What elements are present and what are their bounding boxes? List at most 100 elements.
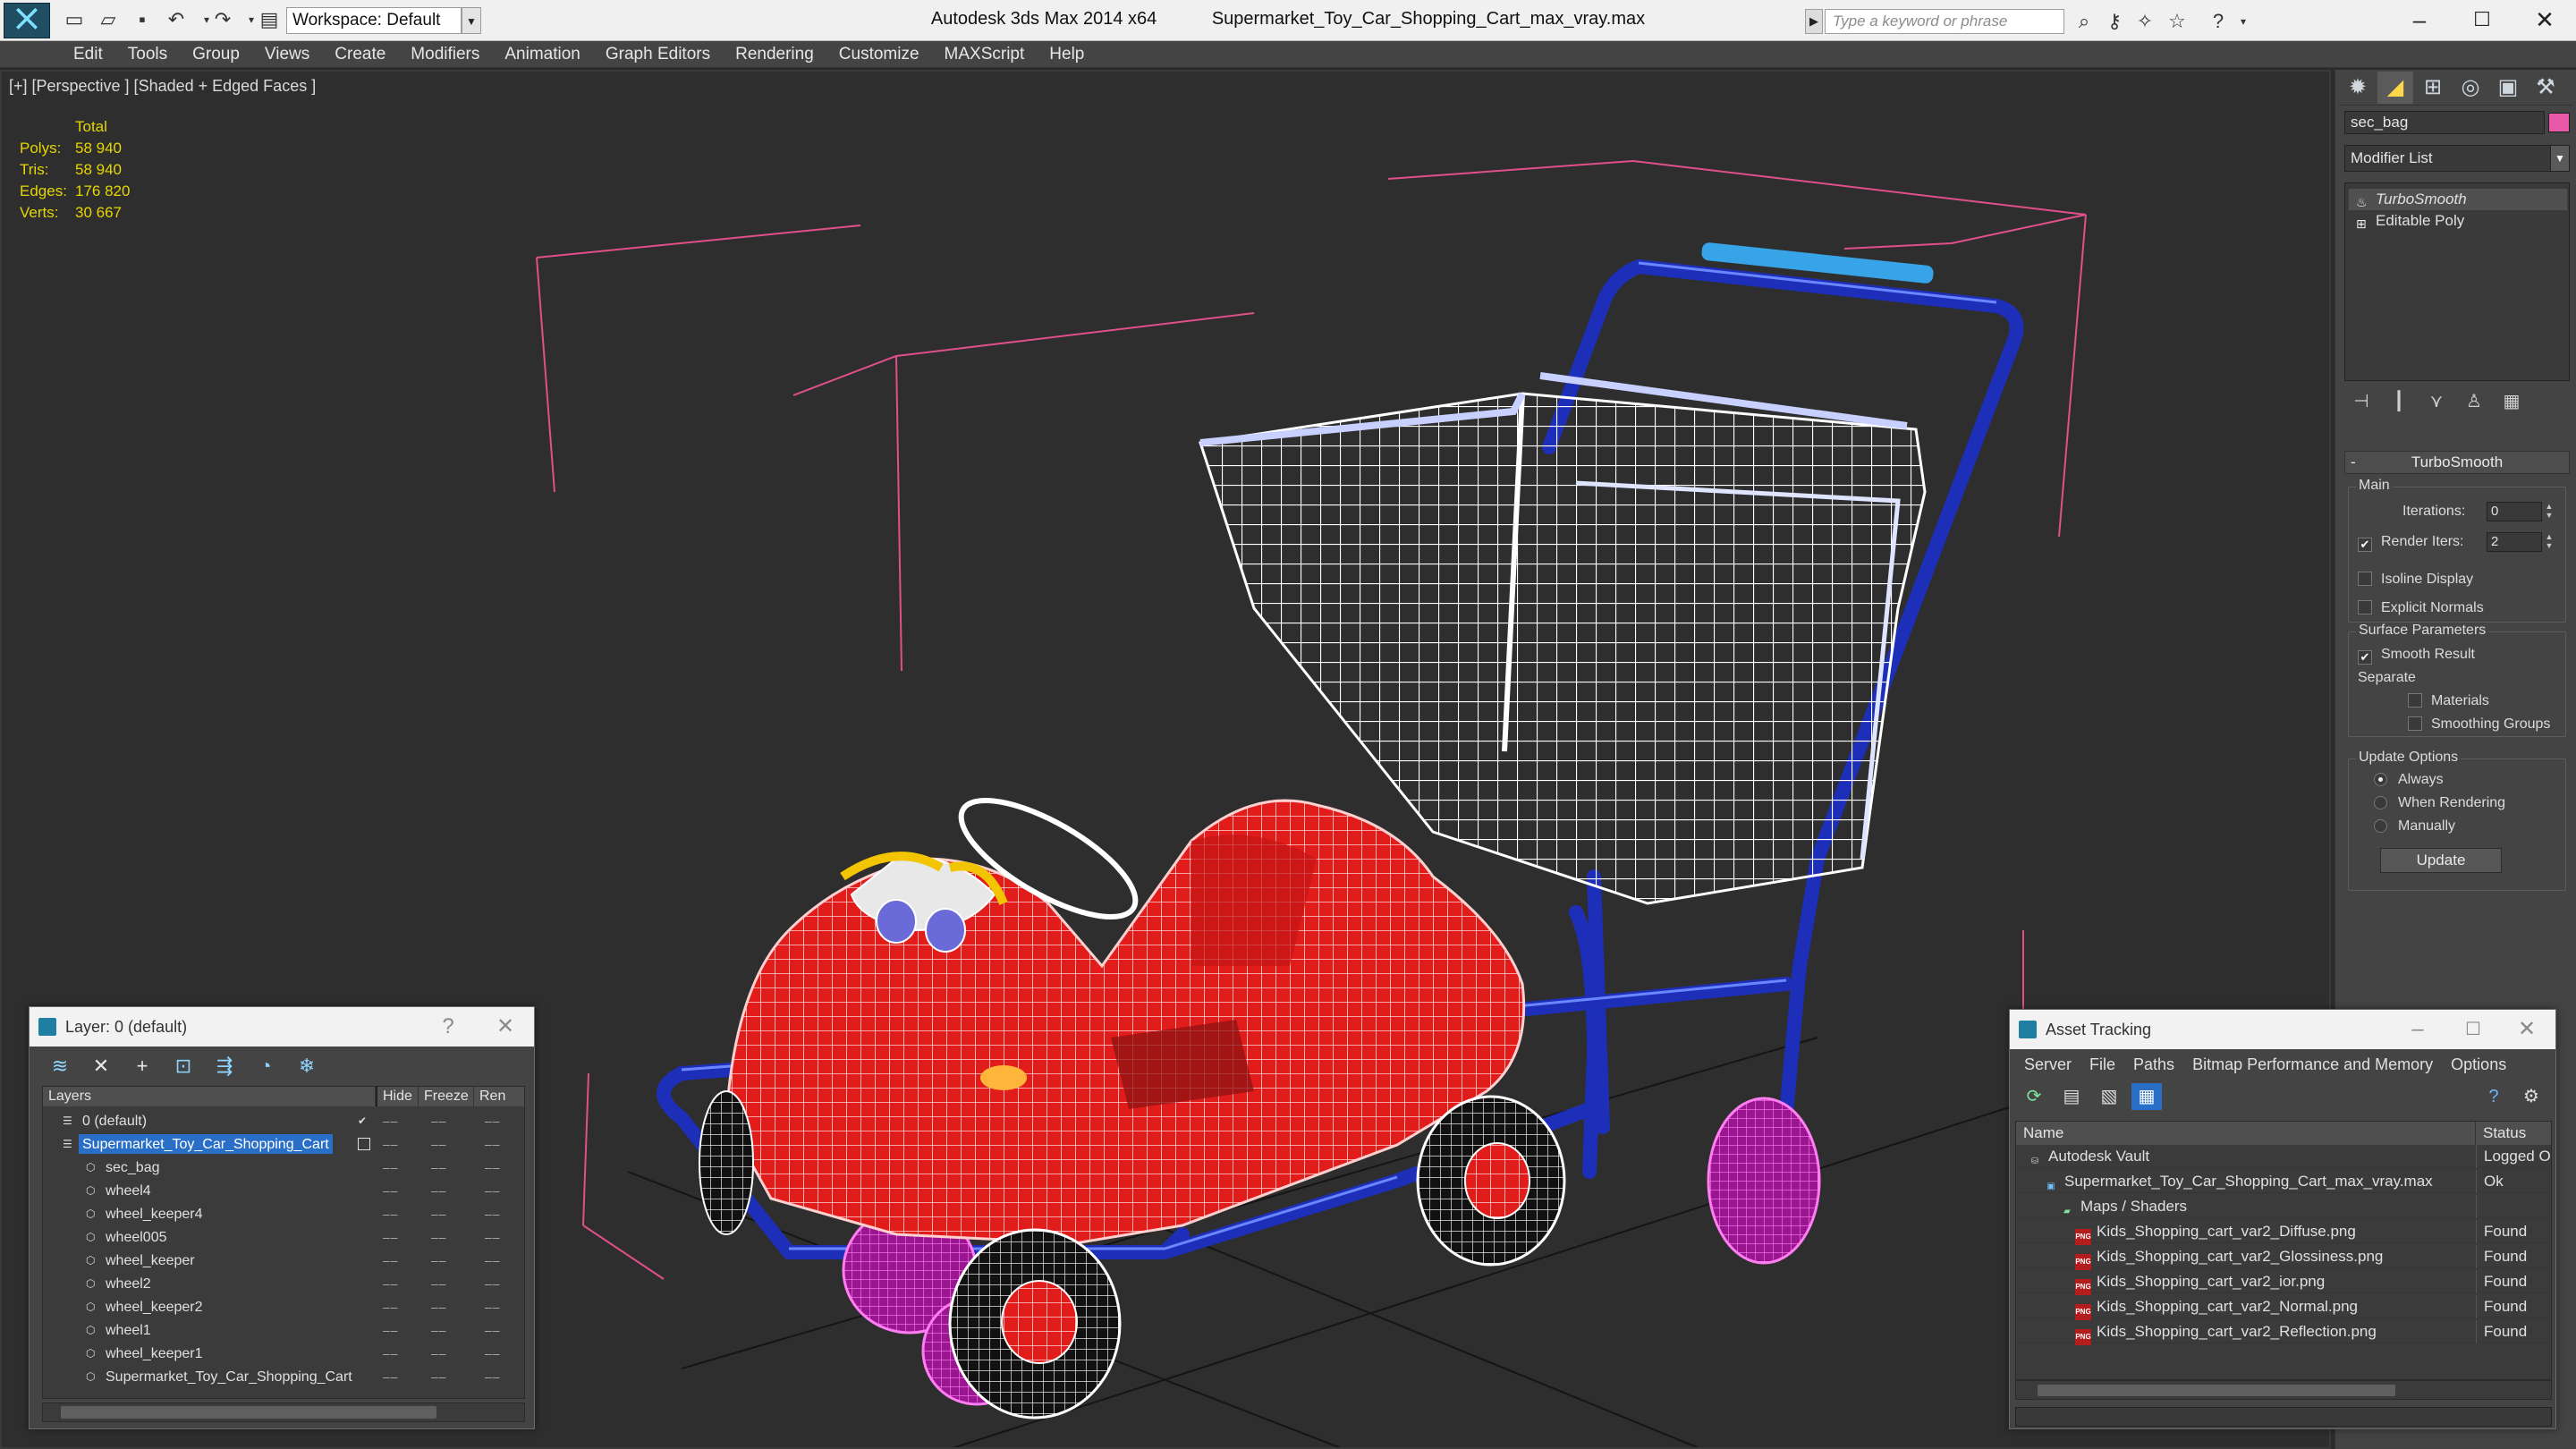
app-logo-icon[interactable]: ⨉ <box>4 3 50 38</box>
search-input[interactable]: Type a keyword or phrase <box>1825 9 2064 34</box>
minimize-icon[interactable]: – <box>2392 0 2447 41</box>
pin-stack-icon[interactable]: ⊣ <box>2344 388 2378 415</box>
layer-flag-toggle[interactable]: –– <box>383 1319 399 1341</box>
make-unique-icon[interactable]: ⋎ <box>2419 388 2453 415</box>
new-file-icon[interactable]: ▭ <box>63 8 86 31</box>
column-header[interactable]: Status <box>2476 1122 2551 1145</box>
active-layer-check-icon[interactable]: ✔ <box>358 1114 370 1127</box>
menu-help[interactable]: Help <box>1037 41 1097 68</box>
layer-flag-toggle[interactable]: –– <box>431 1319 447 1341</box>
menu-bitmap-performance[interactable]: Bitmap Performance and Memory <box>2183 1051 2442 1078</box>
render-iters-spinner[interactable]: 2 <box>2487 532 2542 552</box>
layer-flag-toggle[interactable]: –– <box>431 1250 447 1271</box>
iterations-spinner[interactable]: 0 <box>2487 502 2542 521</box>
viewport-label[interactable]: [+] [Perspective ] [Shaded + Edged Faces… <box>9 77 316 96</box>
redo-icon[interactable]: ↷ <box>211 8 234 31</box>
menu-file[interactable]: File <box>2080 1051 2124 1078</box>
stack-item-turbosmooth[interactable]: ♨ TurboSmooth <box>2349 189 2567 210</box>
help-dropdown-icon[interactable]: ▾ <box>2231 9 2256 34</box>
subscription-icon[interactable]: ✧ <box>2132 9 2157 34</box>
layer-flag-toggle[interactable]: –– <box>383 1203 399 1224</box>
table-view-icon[interactable]: ▦ <box>2131 1083 2162 1110</box>
create-tab-icon[interactable]: ✹ <box>2340 72 2376 104</box>
menu-rendering[interactable]: Rendering <box>723 41 826 68</box>
manually-radio-row[interactable]: Manually <box>2374 818 2455 835</box>
hierarchy-tab-icon[interactable]: ⊞ <box>2415 72 2451 104</box>
menu-maxscript[interactable]: MAXScript <box>932 41 1038 68</box>
menu-edit[interactable]: Edit <box>61 41 115 68</box>
layer-flag-toggle[interactable]: –– <box>485 1226 501 1248</box>
when-rendering-radio-row[interactable]: When Rendering <box>2374 795 2505 811</box>
column-header[interactable]: Ren <box>474 1087 524 1106</box>
smoothing-groups-row[interactable]: Smoothing Groups <box>2408 716 2550 733</box>
hide-all-layers-icon[interactable]: ◔ <box>248 1052 284 1080</box>
object-color-swatch[interactable] <box>2548 113 2570 132</box>
layer-flag-toggle[interactable]: –– <box>431 1273 447 1294</box>
help-icon[interactable]: ? <box>430 1007 466 1046</box>
menu-graph-editors[interactable]: Graph Editors <box>593 41 723 68</box>
layer-flag-toggle[interactable]: –– <box>431 1110 447 1131</box>
layer-row[interactable]: ⬡ wheel_keeper2 –– –– –– <box>43 1296 524 1318</box>
chevron-down-icon[interactable]: ▼ <box>2550 145 2570 172</box>
layer-flag-toggle[interactable]: –– <box>383 1157 399 1178</box>
layer-flag-toggle[interactable]: –– <box>431 1296 447 1318</box>
key-icon[interactable]: ⚷ <box>2102 9 2127 34</box>
layer-flag-toggle[interactable]: –– <box>431 1343 447 1364</box>
menu-views[interactable]: Views <box>252 41 322 68</box>
isoline-display-row[interactable]: Isoline Display <box>2358 572 2473 588</box>
menu-animation[interactable]: Animation <box>492 41 593 68</box>
list-view-icon[interactable]: ▤ <box>2056 1083 2087 1110</box>
help-icon[interactable]: ? <box>2206 9 2231 34</box>
asset-row[interactable]: PNG Kids_Shopping_cart_var2_Glossiness.pn… <box>2016 1245 2551 1270</box>
scrollbar-thumb[interactable] <box>61 1406 436 1419</box>
layer-flag-toggle[interactable]: –– <box>485 1343 501 1364</box>
layer-row[interactable]: ⬡ sec_bag –– –– –– <box>43 1157 524 1178</box>
layer-flag-toggle[interactable]: –– <box>485 1133 501 1155</box>
layer-flag-toggle[interactable]: –– <box>485 1180 501 1201</box>
layer-flag-toggle[interactable]: –– <box>431 1157 447 1178</box>
layer-flag-toggle[interactable]: –– <box>431 1226 447 1248</box>
layer-flag-toggle[interactable]: –– <box>485 1273 501 1294</box>
layer-flag-toggle[interactable]: –– <box>485 1366 501 1387</box>
show-end-result-icon[interactable]: ┃ <box>2382 388 2416 415</box>
turbosmooth-rollout-header[interactable]: - TurboSmooth <box>2344 451 2570 474</box>
radio-selected-icon[interactable] <box>2374 773 2387 786</box>
undo-icon[interactable]: ↶ <box>165 8 188 31</box>
layer-flag-toggle[interactable]: –– <box>383 1343 399 1364</box>
highlight-layer-icon[interactable]: ⇶ <box>207 1052 242 1080</box>
layer-row[interactable]: ☰ Supermarket_Toy_Car_Shopping_Cart –– –– –– <box>43 1133 524 1155</box>
layer-row[interactable]: ⬡ wheel_keeper4 –– –– –– <box>43 1203 524 1224</box>
settings-icon[interactable]: ⚙ <box>2516 1083 2546 1110</box>
modify-tab-icon[interactable]: ◢ <box>2377 72 2413 104</box>
layer-flag-toggle[interactable]: –– <box>485 1203 501 1224</box>
make-current-icon[interactable] <box>358 1138 370 1150</box>
layer-row[interactable]: ⬡ wheel4 –– –– –– <box>43 1180 524 1201</box>
scrollbar-thumb[interactable] <box>2038 1385 2395 1396</box>
layer-flag-toggle[interactable]: –– <box>485 1296 501 1318</box>
column-header[interactable]: Hide <box>376 1087 419 1106</box>
checkbox-icon[interactable] <box>2358 572 2372 586</box>
open-file-icon[interactable]: ▱ <box>97 8 120 31</box>
menu-server[interactable]: Server <box>2015 1051 2080 1078</box>
layer-flag-toggle[interactable]: –– <box>383 1273 399 1294</box>
layer-flag-toggle[interactable]: –– <box>431 1203 447 1224</box>
workspace-selector[interactable]: Workspace: Default <box>286 7 462 34</box>
spinner-arrows-icon[interactable]: ▲ ▼ <box>2544 502 2555 521</box>
layer-flag-toggle[interactable]: –– <box>383 1110 399 1131</box>
column-header[interactable]: Freeze <box>419 1087 474 1106</box>
layer-flag-toggle[interactable]: –– <box>383 1180 399 1201</box>
motion-tab-icon[interactable]: ◎ <box>2453 72 2488 104</box>
asset-row[interactable]: ⛁ Autodesk Vault Logged O <box>2016 1145 2551 1168</box>
expand-plus-icon[interactable]: ⊞ <box>2356 213 2367 234</box>
asset-row[interactable]: PNG Kids_Shopping_cart_var2_ior.png Found <box>2016 1270 2551 1295</box>
project-folder-icon[interactable]: ▤ <box>258 8 281 31</box>
radio-icon[interactable] <box>2374 819 2387 833</box>
update-button[interactable]: Update <box>2380 848 2502 873</box>
layer-flag-toggle[interactable]: –– <box>383 1226 399 1248</box>
asset-row[interactable]: ▰ Maps / Shaders <box>2016 1195 2551 1218</box>
stack-item-editable-poly[interactable]: ⊞ Editable Poly <box>2349 210 2567 232</box>
layer-flag-toggle[interactable]: –– <box>485 1157 501 1178</box>
layer-flag-toggle[interactable]: –– <box>383 1366 399 1387</box>
layer-row[interactable]: ⬡ wheel2 –– –– –– <box>43 1273 524 1294</box>
asset-row[interactable]: PNG Kids_Shopping_cart_var2_Normal.png Fou… <box>2016 1295 2551 1320</box>
